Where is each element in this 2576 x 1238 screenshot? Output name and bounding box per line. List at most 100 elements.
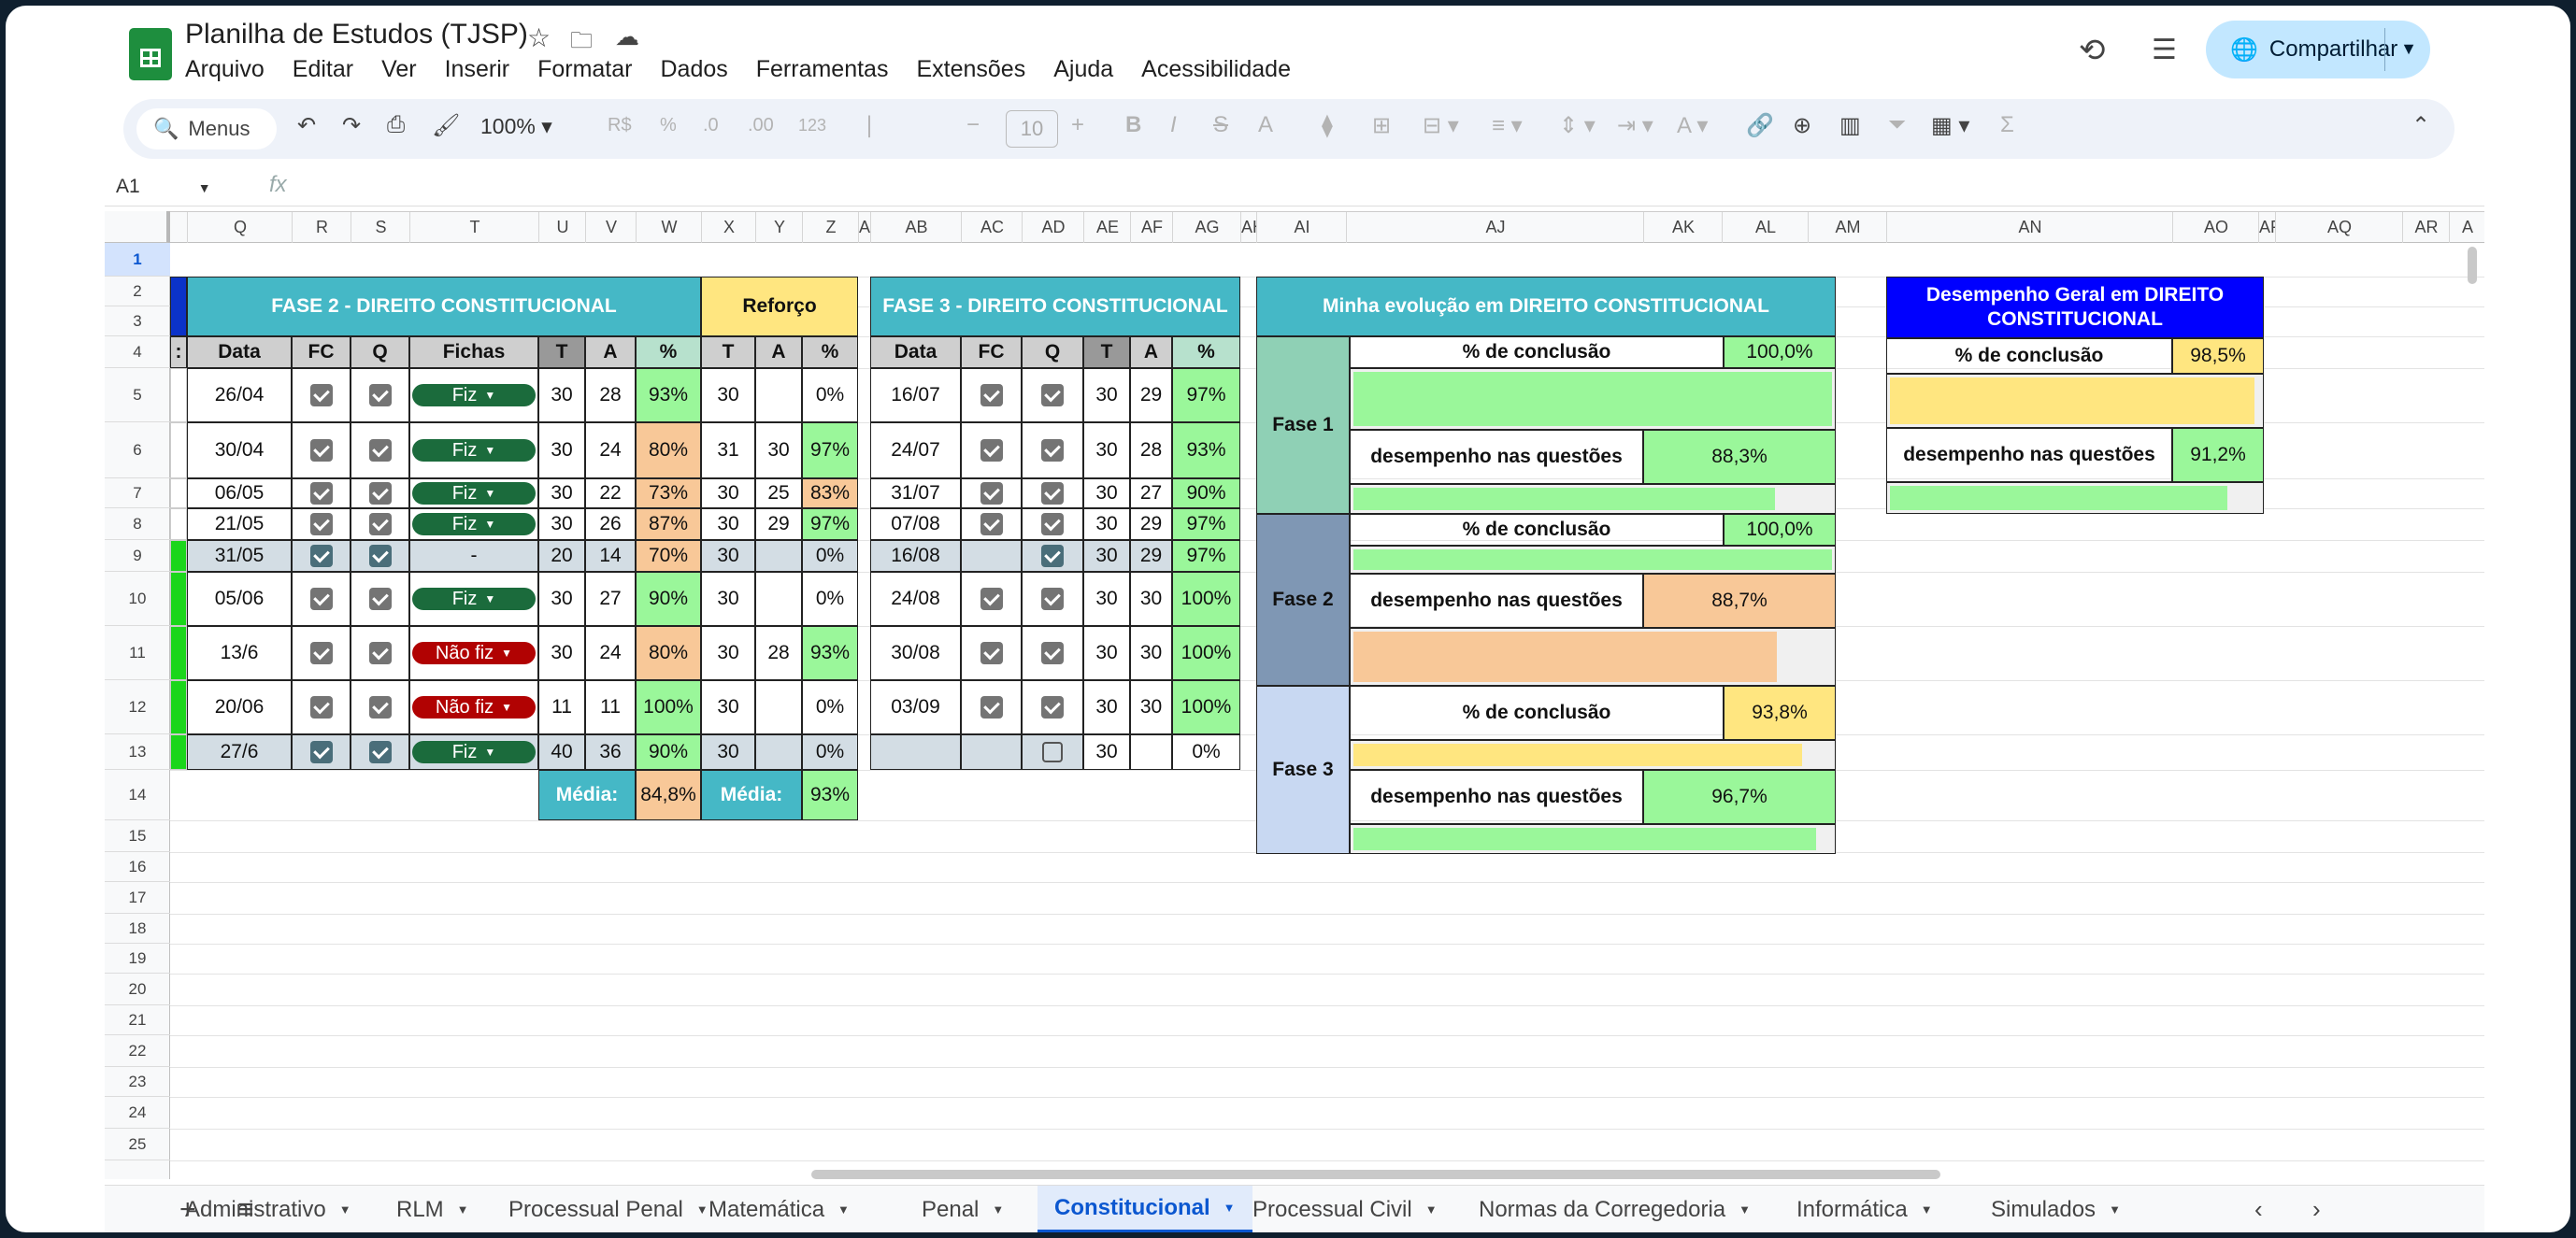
geral-conclusao-bar[interactable] xyxy=(1886,374,2264,428)
filter-icon[interactable]: ⏷ xyxy=(1888,112,1906,138)
menu-inserir[interactable]: Inserir xyxy=(445,56,509,83)
fase2-row-marker[interactable] xyxy=(170,626,187,680)
menu-editar[interactable]: Editar xyxy=(293,56,353,83)
desempenho-bar[interactable] xyxy=(1350,484,1836,514)
fase2-data[interactable]: 21/05 xyxy=(187,508,292,540)
ficha-dropdown-chip[interactable]: Fiz ▼ xyxy=(412,513,536,535)
column-header-ah[interactable]: AH xyxy=(1240,212,1257,243)
reforco-percent[interactable]: 0% xyxy=(802,734,858,770)
fase2-fc-cell[interactable] xyxy=(292,478,351,508)
chevron-down-icon[interactable]: ▼ xyxy=(696,1202,708,1217)
cell-grid[interactable]: FASE 2 - DIREITO CONSTITUCIONAL Reforço: D… xyxy=(170,243,2484,1179)
row-header-6[interactable]: 6 xyxy=(105,422,170,478)
fase3-a[interactable]: 30 xyxy=(1130,572,1172,626)
fase3-q-cell[interactable] xyxy=(1022,626,1083,680)
fase-label[interactable]: Fase 3 xyxy=(1256,686,1350,854)
fase2-ficha-cell[interactable]: Fiz ▼ xyxy=(409,508,538,540)
row-header-21[interactable]: 21 xyxy=(105,1005,170,1035)
checkbox-icon[interactable] xyxy=(1041,545,1064,567)
fase3-t[interactable]: 30 xyxy=(1083,422,1130,478)
fase3-percent[interactable]: 100% xyxy=(1172,626,1240,680)
fase3-a[interactable]: 28 xyxy=(1130,422,1172,478)
fase2-t[interactable]: 30 xyxy=(538,572,585,626)
geral-conclusao-value[interactable]: 98,5% xyxy=(2172,338,2264,374)
menu-dados[interactable]: Dados xyxy=(660,56,727,83)
fase3-a[interactable]: 30 xyxy=(1130,680,1172,734)
fase2-t[interactable]: 30 xyxy=(538,478,585,508)
fase3-header-fc[interactable]: FC xyxy=(961,336,1022,368)
fase3-percent[interactable]: 93% xyxy=(1172,422,1240,478)
checkbox-unchecked-icon[interactable] xyxy=(1042,742,1063,762)
reforco-t[interactable]: 30 xyxy=(701,680,755,734)
fase2-header-fc[interactable]: FC xyxy=(292,336,351,368)
row-header-24[interactable]: 24 xyxy=(105,1097,170,1129)
geral-conclusao-label[interactable]: % de conclusão xyxy=(1886,338,2172,374)
fase2-a[interactable]: 11 xyxy=(585,680,636,734)
fase2-q-cell[interactable] xyxy=(351,734,409,770)
fase2-fc-cell[interactable] xyxy=(292,508,351,540)
fill-color-icon[interactable]: ⧫ xyxy=(1322,112,1333,139)
text-color-icon[interactable]: A xyxy=(1258,112,1273,138)
conclusao-bar[interactable] xyxy=(1350,740,1836,770)
fase3-fc-cell[interactable] xyxy=(961,368,1022,422)
reforco-t[interactable]: 31 xyxy=(701,422,755,478)
sheet-tab-administrativo[interactable]: Administrativo ▼ xyxy=(185,1186,351,1232)
checkbox-icon[interactable] xyxy=(980,482,1003,505)
checkbox-icon[interactable] xyxy=(980,384,1003,406)
sheet-tab-processual-penal[interactable]: Processual Penal ▼ xyxy=(508,1186,708,1232)
conclusao-label[interactable]: % de conclusão xyxy=(1350,686,1724,740)
fase3-fc-cell[interactable] xyxy=(961,572,1022,626)
reforco-media-label[interactable]: Média: xyxy=(701,770,802,820)
fase3-percent[interactable]: 97% xyxy=(1172,540,1240,572)
fase3-fc-cell[interactable] xyxy=(961,734,1022,770)
row-header-13[interactable]: 13 xyxy=(105,734,170,770)
reforco-percent[interactable]: 97% xyxy=(802,422,858,478)
fase3-a[interactable]: 27 xyxy=(1130,478,1172,508)
row-header-14[interactable]: 14 xyxy=(105,770,170,820)
checkbox-icon[interactable] xyxy=(309,741,333,763)
fase3-header-%[interactable]: % xyxy=(1172,336,1240,368)
scroll-tabs-right-icon[interactable]: › xyxy=(2312,1186,2321,1232)
fase3-fc-cell[interactable] xyxy=(961,680,1022,734)
menu-ver[interactable]: Ver xyxy=(381,56,417,83)
reforco-percent[interactable]: 93% xyxy=(802,626,858,680)
fase3-a[interactable] xyxy=(1130,734,1172,770)
sheet-tab-normas-da-corregedoria[interactable]: Normas da Corregedoria ▼ xyxy=(1479,1186,1751,1232)
checkbox-icon[interactable] xyxy=(368,439,392,462)
fase2-row-marker[interactable] xyxy=(170,368,187,422)
borders-icon[interactable]: ⊞ xyxy=(1372,112,1391,139)
fase3-t[interactable]: 30 xyxy=(1083,478,1130,508)
ficha-dropdown-chip[interactable]: Fiz ▼ xyxy=(412,741,536,763)
geral-desempenho-value[interactable]: 91,2% xyxy=(2172,428,2264,482)
desempenho-value[interactable]: 88,3% xyxy=(1643,430,1836,484)
fase3-header-t[interactable]: T xyxy=(1083,336,1130,368)
functions-icon[interactable]: Σ xyxy=(2000,112,2014,138)
zoom-select[interactable]: 100% ▾ xyxy=(480,114,552,139)
fase2-a[interactable]: 24 xyxy=(585,626,636,680)
checkbox-icon[interactable] xyxy=(1041,384,1064,406)
font-size-input[interactable]: 10 xyxy=(1006,110,1058,148)
fase2-data[interactable]: 06/05 xyxy=(187,478,292,508)
fase2-header-fichas[interactable]: Fichas xyxy=(409,336,538,368)
fase3-header-a[interactable]: A xyxy=(1130,336,1172,368)
reforco-t[interactable]: 30 xyxy=(701,368,755,422)
fase2-data[interactable]: 20/06 xyxy=(187,680,292,734)
column-header-ae[interactable]: AE xyxy=(1083,212,1131,243)
column-header-x[interactable]: X xyxy=(701,212,756,243)
column-header-ap[interactable]: AP xyxy=(2258,212,2276,243)
insert-link-icon[interactable]: 🔗 xyxy=(1746,112,1774,139)
checkbox-icon[interactable] xyxy=(309,696,333,719)
menu-formatar[interactable]: Formatar xyxy=(537,56,632,83)
strikethrough-icon[interactable]: S xyxy=(1213,112,1228,138)
sheet-tab-simulados[interactable]: Simulados ▼ xyxy=(1991,1186,2121,1232)
fase2-ficha-cell[interactable]: Fiz ▼ xyxy=(409,422,538,478)
fase2-percent[interactable]: 80% xyxy=(636,626,701,680)
column-header-ac[interactable]: AC xyxy=(961,212,1023,243)
vertical-scrollbar[interactable] xyxy=(2468,247,2477,284)
checkbox-icon[interactable] xyxy=(1041,588,1064,610)
chevron-down-icon[interactable]: ▼ xyxy=(1739,1202,1751,1217)
fase2-q-cell[interactable] xyxy=(351,540,409,572)
fase2-header-%[interactable]: % xyxy=(636,336,701,368)
fase2-ficha-cell[interactable]: - xyxy=(409,540,538,572)
chevron-down-icon[interactable]: ▼ xyxy=(1425,1202,1438,1217)
